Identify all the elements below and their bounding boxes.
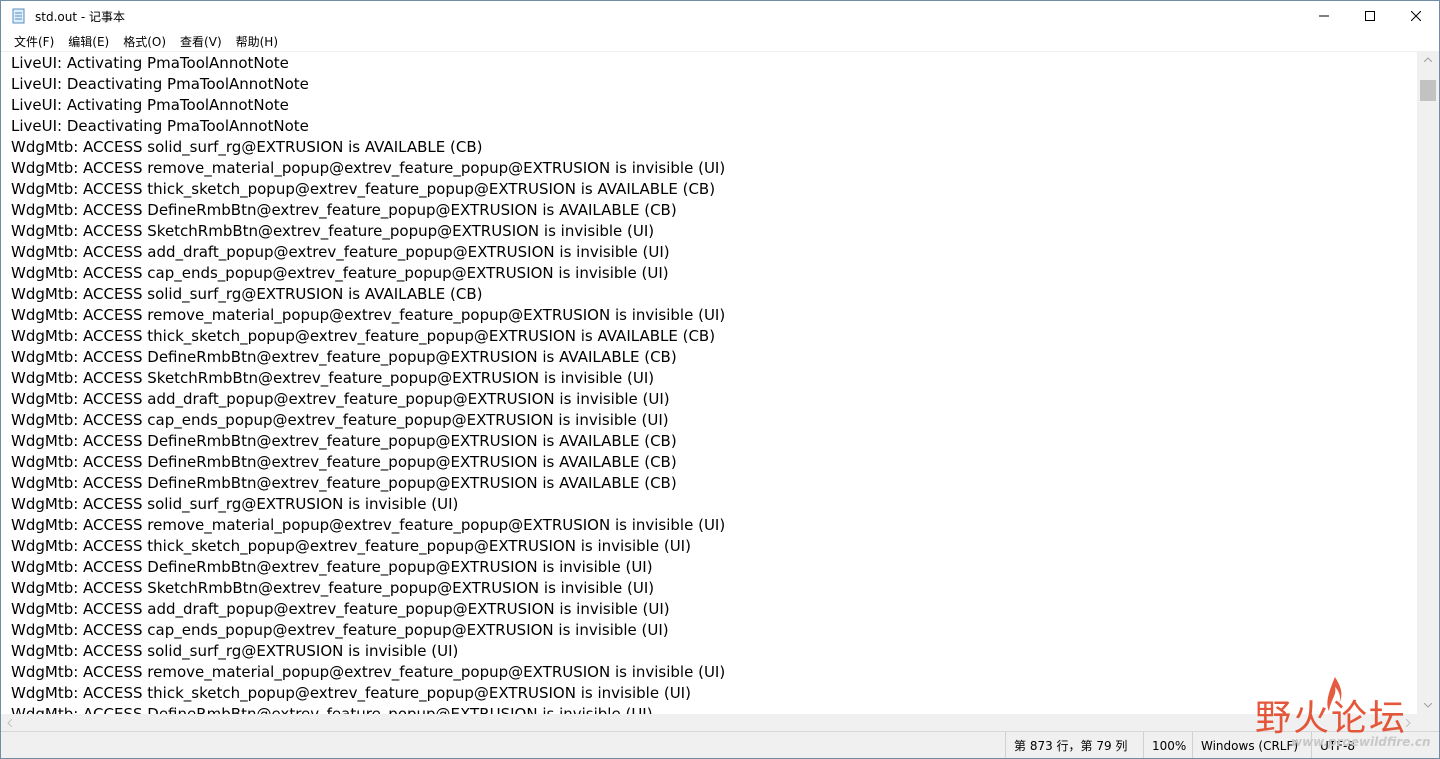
text-line[interactable]: WdgMtb: ACCESS add_draft_popup@extrev_fe… [11,599,1417,620]
scroll-up-button[interactable] [1417,51,1439,68]
watermark-url: www.proewildfire.cn [1291,735,1431,749]
chevron-left-icon [7,718,12,727]
menu-edit[interactable]: 编辑(E) [61,33,116,50]
text-line[interactable]: WdgMtb: ACCESS DefineRmbBtn@extrev_featu… [11,200,1417,221]
chevron-up-icon [1424,57,1432,62]
close-icon [1411,11,1421,21]
text-line[interactable]: LiveUI: Activating PmaToolAnnotNote [11,95,1417,116]
text-line[interactable]: WdgMtb: ACCESS thick_sketch_popup@extrev… [11,536,1417,557]
maximize-icon [1365,11,1375,21]
scroll-thumb[interactable] [1420,80,1436,101]
text-line[interactable]: WdgMtb: ACCESS remove_material_popup@ext… [11,305,1417,326]
minimize-icon [1319,15,1329,17]
text-line[interactable]: WdgMtb: ACCESS thick_sketch_popup@extrev… [11,683,1417,704]
text-line[interactable]: WdgMtb: ACCESS DefineRmbBtn@extrev_featu… [11,473,1417,494]
minimize-button[interactable] [1301,1,1347,31]
status-cursor-position: 第 873 行，第 79 列 [1005,732,1127,758]
menu-view[interactable]: 查看(V) [173,33,229,50]
text-line[interactable]: LiveUI: Deactivating PmaToolAnnotNote [11,74,1417,95]
text-line[interactable]: WdgMtb: ACCESS add_draft_popup@extrev_fe… [11,389,1417,410]
notepad-window: std.out - 记事本 文件(F) 编辑(E) 格式(O) 查看(V) 帮助… [0,0,1440,759]
text-line[interactable]: LiveUI: Activating PmaToolAnnotNote [11,53,1417,74]
window-controls [1301,1,1439,31]
text-line[interactable]: WdgMtb: ACCESS remove_material_popup@ext… [11,515,1417,536]
close-button[interactable] [1393,1,1439,31]
window-title: std.out - 记事本 [35,9,126,24]
menu-file[interactable]: 文件(F) [7,33,61,50]
maximize-button[interactable] [1347,1,1393,31]
text-line[interactable]: WdgMtb: ACCESS DefineRmbBtn@extrev_featu… [11,452,1417,473]
text-line[interactable]: WdgMtb: ACCESS DefineRmbBtn@extrev_featu… [11,347,1417,368]
text-editor[interactable]: LiveUI: Activating PmaToolAnnotNote LiveU… [1,51,1417,715]
text-line[interactable]: WdgMtb: ACCESS remove_material_popup@ext… [11,158,1417,179]
text-line[interactable]: WdgMtb: ACCESS add_draft_popup@extrev_fe… [11,242,1417,263]
text-line[interactable]: WdgMtb: ACCESS cap_ends_popup@extrev_fea… [11,620,1417,641]
watermark-text: 野火论坛 [1255,698,1408,739]
text-line[interactable]: WdgMtb: ACCESS DefineRmbBtn@extrev_featu… [11,431,1417,452]
text-line[interactable]: WdgMtb: ACCESS SketchRmbBtn@extrev_featu… [11,368,1417,389]
status-zoom: 100% [1143,732,1186,758]
status-bar: 第 873 行，第 79 列 100% Windows (CRLF) UTF-8 [1,731,1439,758]
text-line[interactable]: WdgMtb: ACCESS solid_surf_rg@EXTRUSION i… [11,284,1417,305]
menu-help[interactable]: 帮助(H) [229,33,285,50]
menu-bar: 文件(F) 编辑(E) 格式(O) 查看(V) 帮助(H) [1,31,1439,51]
notepad-icon [12,8,25,24]
text-line[interactable]: WdgMtb: ACCESS solid_surf_rg@EXTRUSION i… [11,137,1417,158]
vertical-scrollbar[interactable] [1417,51,1439,714]
text-line[interactable]: LiveUI: Deactivating PmaToolAnnotNote [11,116,1417,137]
text-line[interactable]: WdgMtb: ACCESS remove_material_popup@ext… [11,662,1417,683]
text-line[interactable]: WdgMtb: ACCESS thick_sketch_popup@extrev… [11,326,1417,347]
text-line[interactable]: WdgMtb: ACCESS SketchRmbBtn@extrev_featu… [11,578,1417,599]
text-line[interactable]: WdgMtb: ACCESS thick_sketch_popup@extrev… [11,179,1417,200]
menu-format[interactable]: 格式(O) [116,33,173,50]
text-line[interactable]: WdgMtb: ACCESS cap_ends_popup@extrev_fea… [11,410,1417,431]
text-line[interactable]: WdgMtb: ACCESS SketchRmbBtn@extrev_featu… [11,221,1417,242]
text-line[interactable]: WdgMtb: ACCESS cap_ends_popup@extrev_fea… [11,263,1417,284]
watermark-logo: 野火论坛 www.proewildfire.cn [1251,677,1431,751]
text-line[interactable]: WdgMtb: ACCESS DefineRmbBtn@extrev_featu… [11,557,1417,578]
scroll-left-button[interactable] [1,714,18,731]
text-content[interactable]: LiveUI: Activating PmaToolAnnotNote LiveU… [1,52,1417,715]
text-line[interactable]: WdgMtb: ACCESS solid_surf_rg@EXTRUSION i… [11,494,1417,515]
horizontal-scrollbar[interactable] [1,714,1417,731]
title-bar[interactable]: std.out - 记事本 [1,1,1439,31]
text-line[interactable]: WdgMtb: ACCESS solid_surf_rg@EXTRUSION i… [11,641,1417,662]
